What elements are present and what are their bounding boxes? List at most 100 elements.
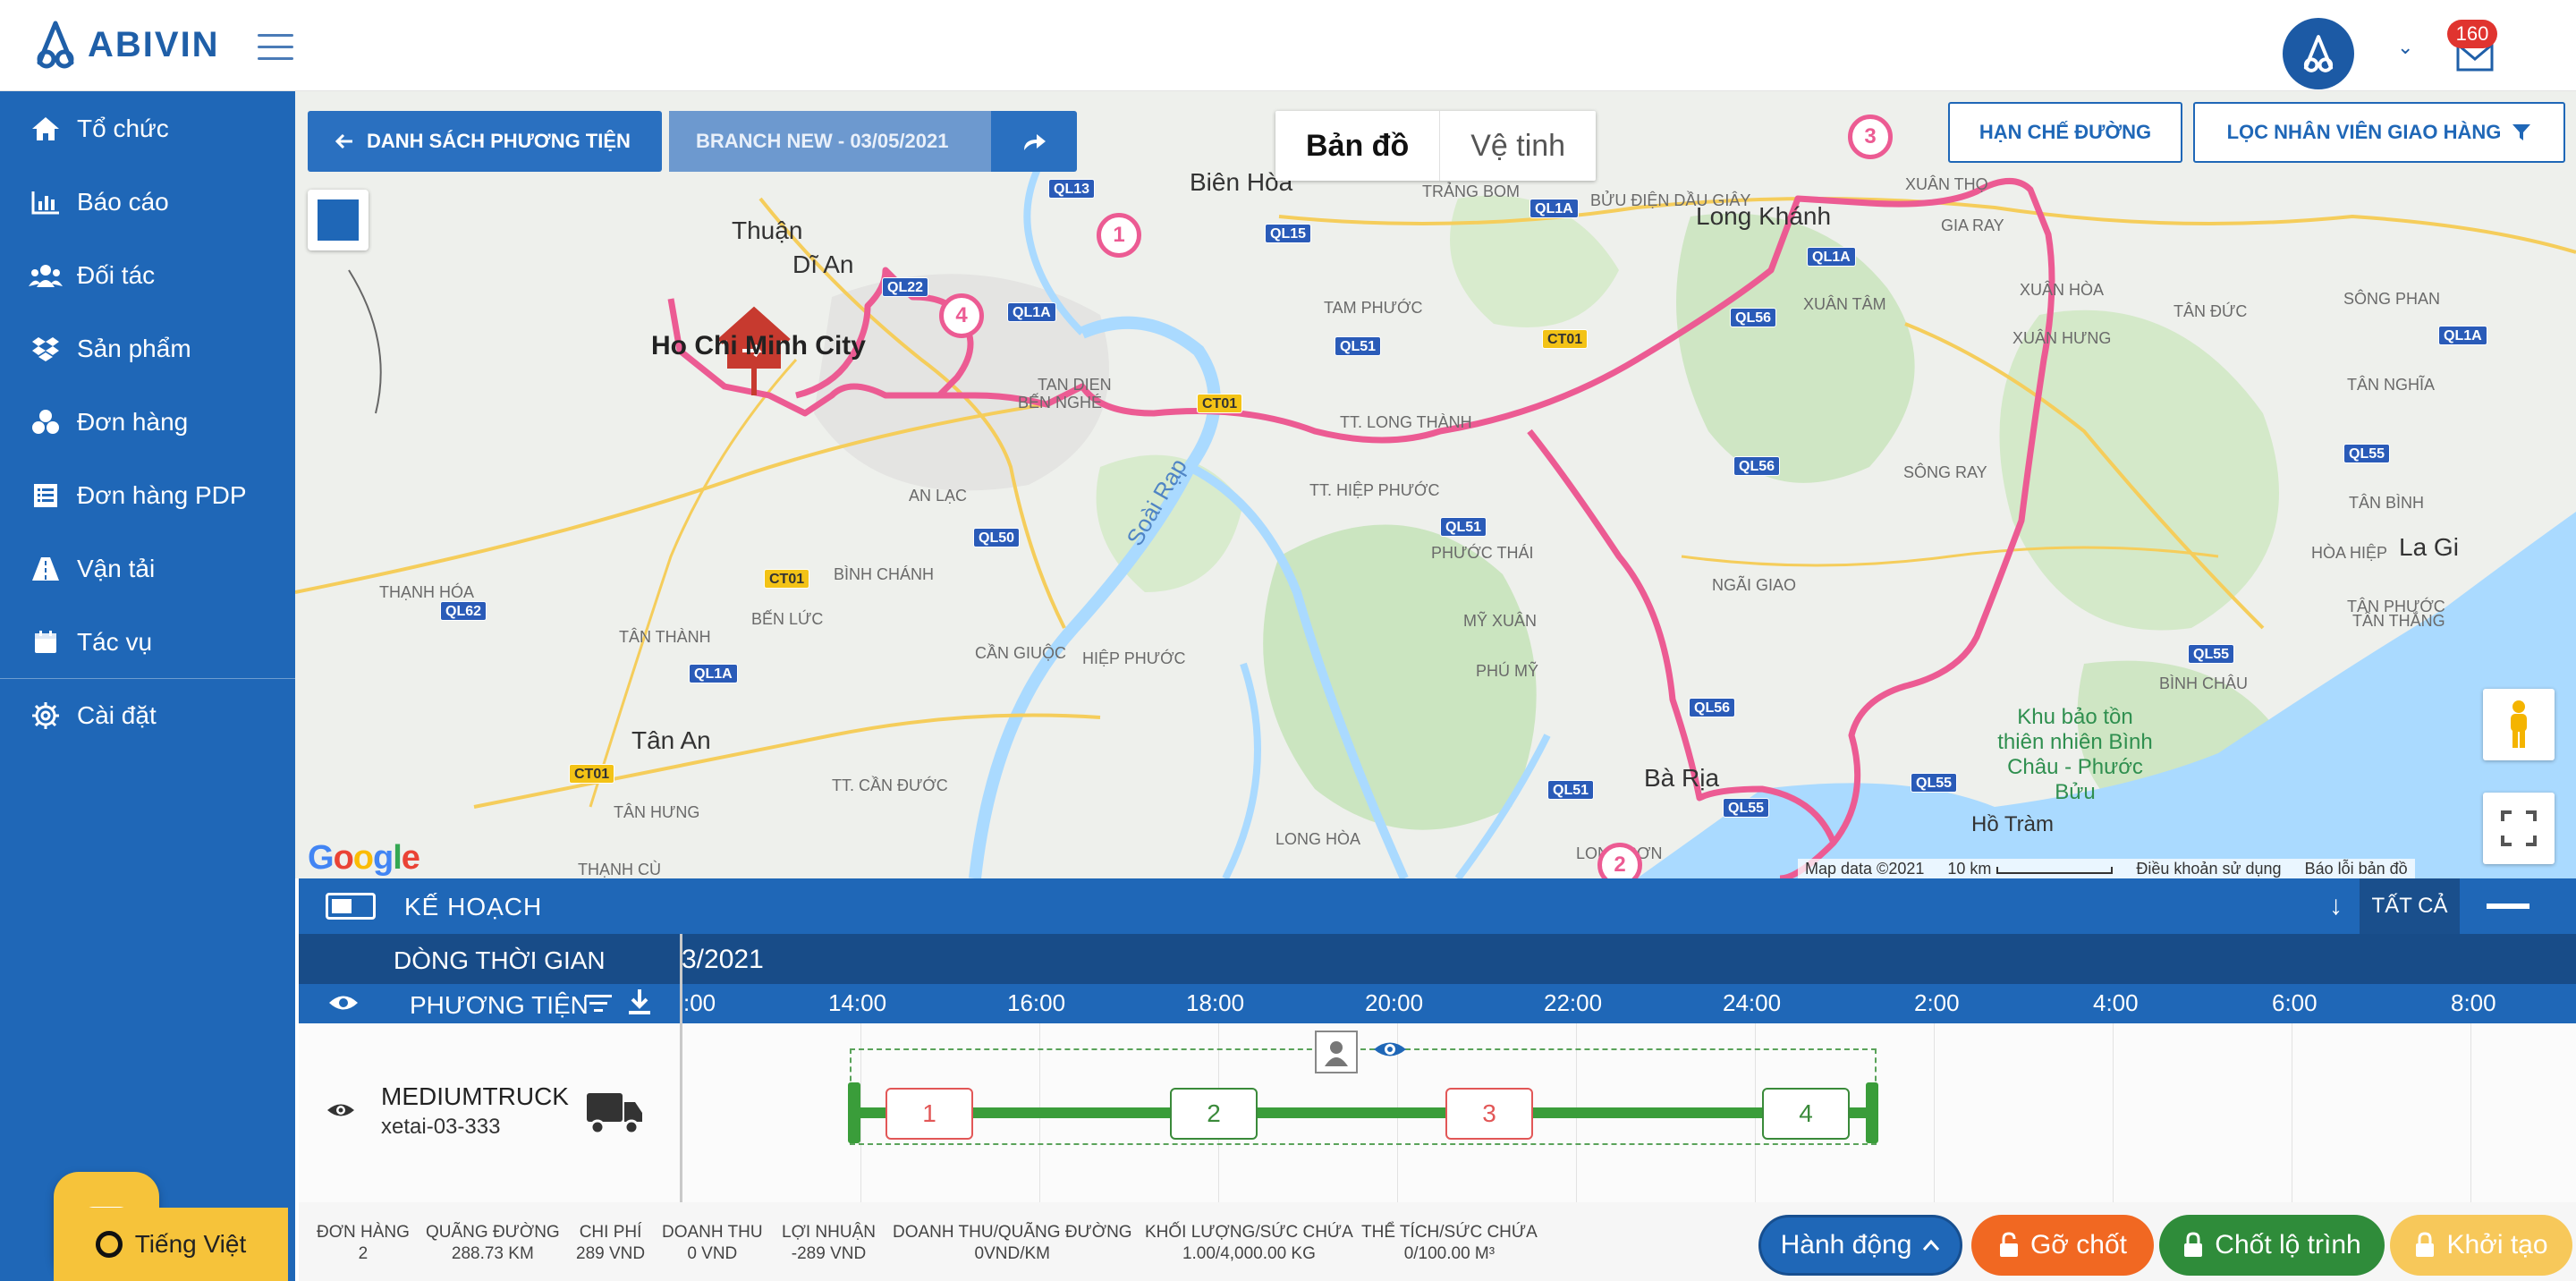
timeline-stop[interactable]: 3 — [1445, 1088, 1533, 1140]
terms-link[interactable]: Điều khoản sử dụng — [2136, 860, 2281, 878]
sidebar-item-settings[interactable]: Cài đặt — [0, 687, 295, 744]
sidebar-item-label: Sản phẩm — [77, 335, 191, 362]
sidebar-item-tasks[interactable]: Tác vụ — [0, 614, 295, 671]
driver-avatar-icon[interactable] — [1315, 1031, 1358, 1073]
road-shield: QL1A — [1007, 302, 1056, 322]
stat-revenue-per-km: DOANH THU/QUÃNG ĐƯỜNG 0VND/KM — [893, 1223, 1132, 1263]
init-button[interactable]: Khởi tạo — [2390, 1215, 2572, 1276]
map-stop-marker[interactable]: 1 — [1097, 213, 1141, 258]
route-start-handle[interactable] — [848, 1082, 860, 1143]
eye-icon[interactable] — [326, 1099, 356, 1122]
sidebar-item-pdp-orders[interactable]: Đơn hàng PDP — [0, 467, 295, 524]
sidebar-item-label: Cài đặt — [77, 701, 157, 729]
menu-toggle-icon[interactable] — [258, 34, 293, 63]
init-label: Khởi tạo — [2446, 1230, 2548, 1260]
street-view-button[interactable] — [2483, 689, 2555, 760]
map-label-la-gi: La Gi — [2399, 533, 2459, 561]
road-shield: QL1A — [1807, 247, 1856, 267]
vehicle-list-button[interactable]: DANH SÁCH PHƯƠNG TIỆN — [308, 111, 662, 172]
vehicle-type: MEDIUMTRUCK — [381, 1082, 569, 1110]
map-label-minor: SÔNG RAY — [1903, 463, 1987, 481]
arrow-down-icon[interactable]: ↓ — [2329, 891, 2343, 921]
map-label-di-an: Dĩ An — [792, 250, 854, 278]
share-icon — [1024, 134, 1046, 150]
plan-header: KẾ HOẠCH ↓ TẤT CẢ — [299, 878, 2576, 934]
sidebar-item-orders[interactable]: Đơn hàng — [0, 394, 295, 451]
map-label-hcm: Ho Chi Minh City — [651, 331, 866, 361]
sort-filter-icon[interactable] — [583, 991, 614, 1016]
driver-filter-button[interactable]: LỌC NHÂN VIÊN GIAO HÀNG — [2193, 102, 2565, 163]
sidebar-item-partners[interactable]: Đối tác — [0, 247, 295, 304]
map-label-ho-tram: Hồ Tràm — [1971, 812, 2055, 836]
road-shield: QL1A — [689, 664, 738, 683]
road-shield: CT01 — [764, 569, 810, 589]
map-view[interactable]: Ho Chi Minh City Thuận Dĩ An Biên Hòa Lo… — [295, 91, 2576, 878]
road-shield: CT01 — [1197, 394, 1243, 413]
timeline-stop[interactable]: 2 — [1170, 1088, 1258, 1140]
route-bar[interactable] — [853, 1107, 1871, 1118]
action-menu-button[interactable]: Hành động — [1758, 1215, 1962, 1276]
map-label-park: Khu bảo tồn thiên nhiên Bình Châu - Phướ… — [1997, 705, 2153, 804]
collapse-icon[interactable] — [2487, 903, 2529, 909]
chevron-down-icon[interactable]: ⌄ — [2397, 36, 2413, 59]
sidebar-item-label: Vận tải — [77, 555, 156, 582]
timeline-stop[interactable]: 1 — [886, 1088, 973, 1140]
route-end-handle[interactable] — [1866, 1082, 1878, 1143]
download-icon[interactable] — [626, 988, 653, 1018]
unlock-button[interactable]: Gỡ chốt — [1971, 1215, 2154, 1276]
unlock-icon — [1999, 1232, 2018, 1257]
timeline-stop[interactable]: 4 — [1762, 1088, 1850, 1140]
sidebar-item-transport[interactable]: Vận tải — [0, 540, 295, 598]
branch-label: BRANCH NEW - 03/05/2021 — [696, 130, 949, 152]
sidebar-item-label: Tác vụ — [77, 628, 153, 656]
road-shield: QL15 — [1265, 224, 1312, 243]
home-icon — [27, 110, 64, 148]
map-label-minor: NGÃI GIAO — [1712, 576, 1797, 594]
branch-button[interactable]: BRANCH NEW - 03/05/2021 — [669, 111, 991, 172]
stat-profit: LỢI NHUẬN -289 VND — [782, 1223, 876, 1263]
map-type-satellite[interactable]: Vệ tinh — [1440, 111, 1596, 181]
map-label-minor: HÒA HIỆP — [2311, 544, 2388, 562]
layer-toggle-button[interactable] — [308, 190, 369, 250]
plan-all-button[interactable]: TẤT CẢ — [2360, 878, 2460, 934]
sidebar-item-products[interactable]: Sản phẩm — [0, 320, 295, 378]
lock-icon — [2416, 1232, 2435, 1257]
language-button[interactable]: Tiếng Việt — [54, 1208, 288, 1281]
driver-filter-label: LỌC NHÂN VIÊN GIAO HÀNG — [2226, 121, 2502, 143]
plan-title: KẾ HOẠCH — [404, 893, 543, 920]
eye-icon[interactable] — [327, 989, 360, 1016]
calendar-icon — [27, 624, 64, 661]
fullscreen-button[interactable] — [2483, 793, 2555, 864]
map-type-map[interactable]: Bản đồ — [1275, 111, 1441, 181]
road-shield: CT01 — [569, 764, 615, 784]
vehicle-plate: xetai-03-333 — [381, 1115, 501, 1139]
map-label-minor: THẠNH HÓA — [379, 583, 475, 601]
map-label-minor: XUÂN HƯNG — [2012, 329, 2112, 347]
timeline-axis: PHƯƠNG TIỆN :00 14:00 16:00 18:00 20:00 … — [299, 984, 2576, 1023]
map-stop-marker[interactable]: 3 — [1848, 115, 1893, 159]
report-link[interactable]: Báo lỗi bản đồ — [2305, 860, 2408, 878]
map-data-label: Map data ©2021 — [1805, 859, 1925, 878]
lock-icon — [2184, 1232, 2203, 1257]
time-tick: 18:00 — [1186, 989, 1245, 1016]
pegman-icon — [2511, 700, 2527, 748]
sidebar-item-label: Báo cáo — [77, 188, 169, 216]
map-label-minor: TAN DIEN — [1038, 376, 1112, 394]
sidebar-divider — [0, 678, 295, 679]
eye-icon[interactable] — [1372, 1036, 1408, 1063]
lock-route-button[interactable]: Chốt lộ trình — [2159, 1215, 2385, 1276]
road-shield: CT01 — [1542, 329, 1589, 349]
notification-badge: 160 — [2447, 20, 2497, 48]
timeline-divider[interactable] — [680, 934, 682, 1202]
sidebar-item-reports[interactable]: Báo cáo — [0, 174, 295, 231]
app-logo[interactable]: ABIVIN — [34, 18, 220, 72]
map-stop-marker[interactable]: 4 — [939, 293, 984, 338]
sidebar-item-organization[interactable]: Tổ chức — [0, 100, 295, 157]
grid-line — [1934, 1023, 1935, 1202]
share-button[interactable] — [991, 111, 1077, 172]
user-avatar[interactable] — [2283, 18, 2354, 89]
road-shield: QL62 — [440, 601, 487, 621]
plan-toggle-icon[interactable] — [326, 893, 376, 920]
vehicle-column-label: PHƯƠNG TIỆN — [410, 991, 589, 1019]
road-restriction-button[interactable]: HẠN CHẾ ĐƯỜNG — [1948, 102, 2182, 163]
